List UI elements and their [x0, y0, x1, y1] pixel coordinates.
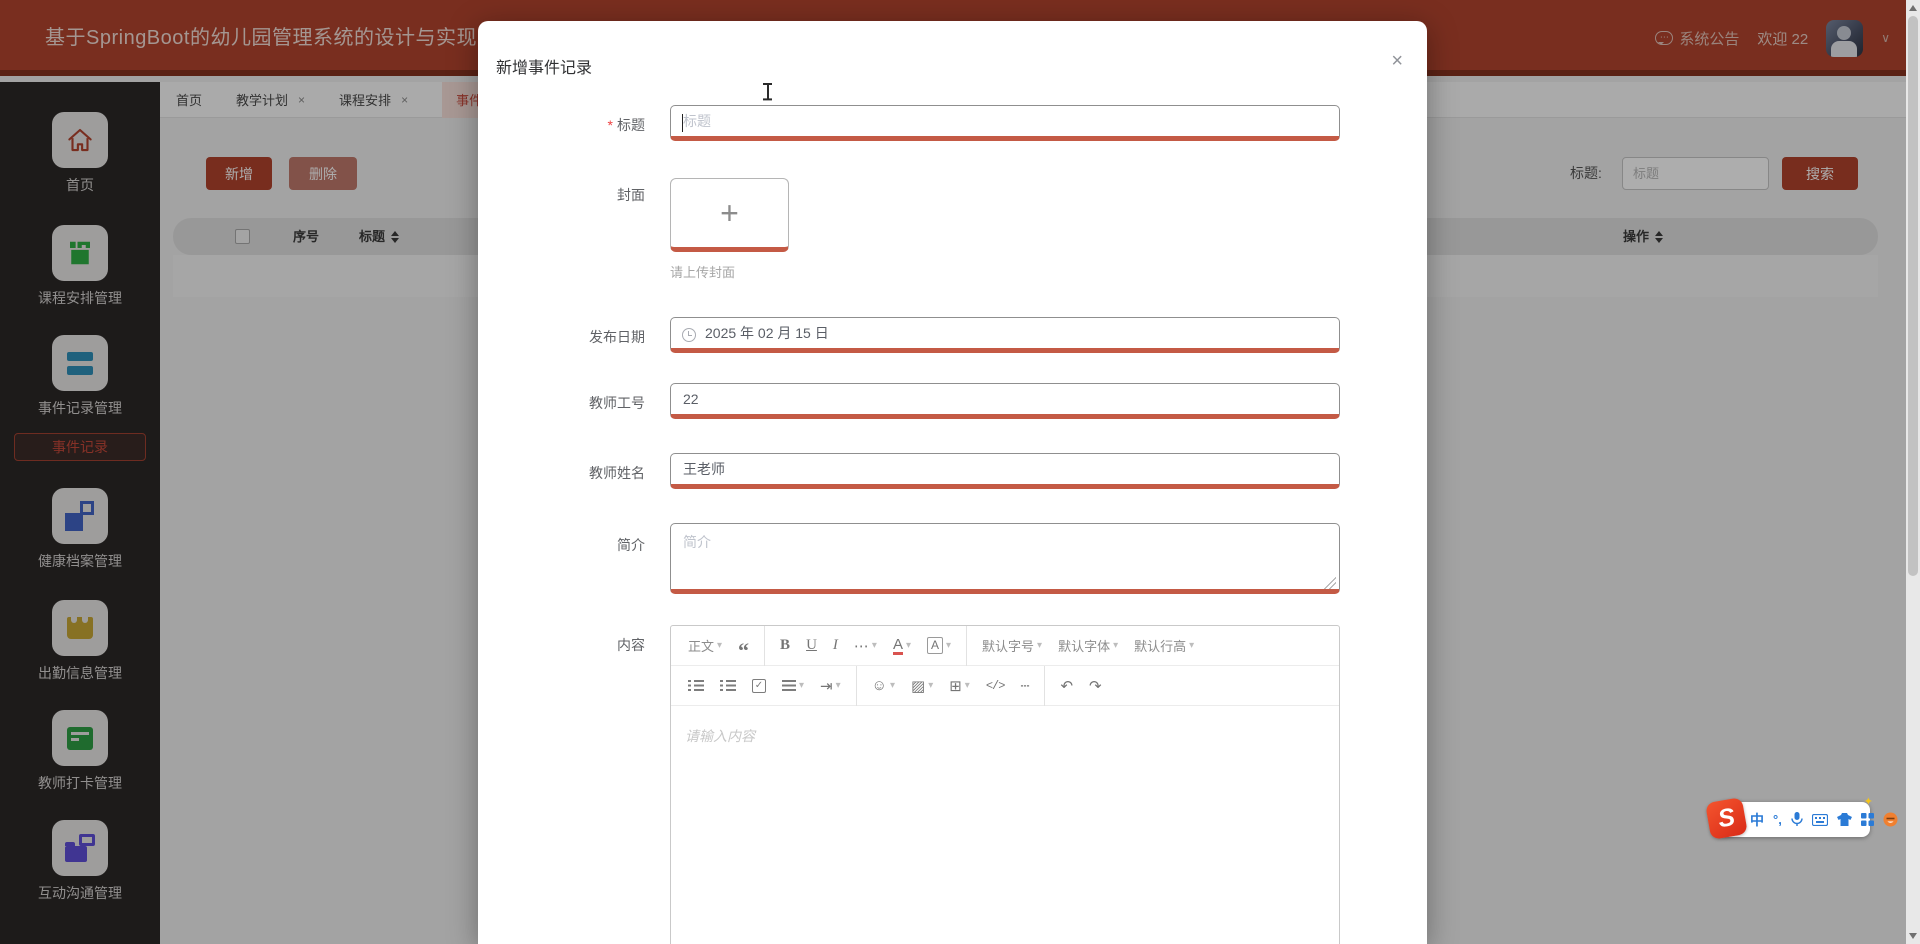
table-icon: ⊞: [949, 677, 962, 695]
caret-down-icon: ▾: [928, 680, 934, 691]
caret-down-icon: ▾: [905, 640, 911, 651]
emoji-button[interactable]: ☺ ▾: [865, 672, 902, 700]
caret-down-icon: ▾: [835, 680, 841, 691]
font-color-button[interactable]: A ▾: [886, 632, 918, 660]
teacher-name-input[interactable]: [670, 453, 1340, 489]
title-input[interactable]: [670, 105, 1340, 141]
scroll-up-arrow[interactable]: [1909, 5, 1917, 11]
caret-down-icon: ▾: [871, 640, 877, 651]
bold-button[interactable]: B: [773, 632, 797, 660]
sparkle-icon: ✦: [1863, 796, 1873, 808]
toolbar-divider: [1044, 665, 1046, 706]
toolbox-icon[interactable]: [1860, 813, 1874, 826]
indent-icon: ⇥: [820, 677, 833, 695]
toolbar-divider: [855, 665, 857, 706]
caret-down-icon: ▾: [1189, 640, 1195, 651]
teacher-no-field-label: 教师工号: [589, 395, 645, 411]
ordered-list-icon: [720, 680, 736, 691]
caret-down-icon: ▾: [717, 640, 723, 651]
font-size-button[interactable]: 默认字号 ▾: [975, 632, 1049, 660]
publish-date-input[interactable]: [670, 317, 1340, 353]
caret-down-icon: ▾: [799, 680, 805, 691]
rich-text-editor: 正文 ▾ “ B U I ⋯ ▾ A ▾ A ▾ 默认字号 ▾ 默认字体 ▾ 默…: [670, 625, 1340, 944]
text-caret: [682, 114, 683, 132]
cover-upload-box[interactable]: +: [670, 178, 789, 252]
italic-button[interactable]: I: [826, 632, 845, 660]
intro-field-label: 简介: [617, 537, 645, 553]
editor-toolbar-row-1: 正文 ▾ “ B U I ⋯ ▾ A ▾ A ▾ 默认字号 ▾ 默认字体 ▾ 默…: [671, 625, 1339, 666]
undo-icon: ↶: [1060, 677, 1074, 695]
editor-toolbar-row-2: ✓ ▾ ⇥ ▾ ☺ ▾ ▨ ▾ ⊞ ▾ </> ┄ ↶ ↷: [671, 665, 1339, 706]
todo-icon: ✓: [752, 678, 766, 693]
bullet-list-icon: [688, 680, 704, 691]
blockquote-button[interactable]: “: [731, 632, 756, 661]
todo-list-button[interactable]: ✓: [745, 672, 773, 700]
intro-textarea[interactable]: [670, 523, 1340, 594]
ime-language-toggle[interactable]: 中: [1750, 810, 1764, 830]
screen: 基于SpringBoot的幼儿园管理系统的设计与实现 ⋯ 系统公告 欢迎 22 …: [0, 0, 1920, 944]
caret-down-icon: ▾: [1113, 640, 1119, 651]
ime-toolbar: S 中 °, ✦: [1705, 796, 1898, 840]
toolbar-divider: [966, 625, 968, 666]
scroll-down-arrow[interactable]: [1909, 933, 1917, 939]
cover-field-label: 封面: [617, 187, 645, 203]
horizontal-rule-icon: ┄: [1020, 677, 1030, 695]
editor-content-area[interactable]: 请输入内容: [671, 706, 1339, 944]
insert-table-button[interactable]: ⊞ ▾: [942, 672, 977, 700]
line-height-button[interactable]: 默认行高 ▾: [1127, 632, 1201, 660]
vertical-scrollbar[interactable]: [1906, 0, 1920, 944]
image-icon: ▨: [911, 677, 926, 695]
emoji-icon: ☺: [871, 677, 887, 694]
code-icon: </>: [985, 678, 1006, 693]
skin-icon[interactable]: [1836, 813, 1852, 826]
align-button[interactable]: ▾: [775, 672, 811, 700]
dialog-title: 新增事件记录: [496, 60, 593, 77]
caret-down-icon: ▾: [1037, 640, 1043, 651]
insert-image-button[interactable]: ▨ ▾: [904, 672, 940, 700]
paragraph-style-button[interactable]: 正文 ▾: [681, 632, 729, 660]
mouse-ibeam-cursor: [762, 83, 774, 100]
required-asterisk: *: [607, 117, 613, 133]
teacher-no-input[interactable]: [670, 383, 1340, 419]
underline-button[interactable]: U: [799, 632, 824, 660]
content-field-label: 内容: [617, 637, 645, 653]
microphone-icon[interactable]: [1791, 812, 1803, 827]
align-icon: [782, 680, 796, 691]
caret-down-icon: ▾: [946, 640, 952, 651]
plus-icon: +: [720, 194, 739, 231]
code-block-button[interactable]: </>: [979, 672, 1012, 700]
background-color-button[interactable]: A ▾: [920, 632, 958, 660]
ime-punctuation-toggle[interactable]: °,: [1773, 812, 1782, 827]
scrollbar-thumb[interactable]: [1908, 16, 1918, 576]
emoji-face-icon[interactable]: [1883, 812, 1898, 827]
bullet-list-button[interactable]: [681, 672, 711, 700]
publish-date-field-label: 发布日期: [589, 329, 645, 345]
font-family-button[interactable]: 默认字体 ▾: [1051, 632, 1125, 660]
toolbar-divider: [764, 625, 766, 666]
virtual-keyboard-icon[interactable]: [1811, 813, 1828, 826]
redo-button[interactable]: ↷: [1082, 672, 1109, 700]
caret-down-icon: ▾: [889, 680, 895, 691]
teacher-name-field-label: 教师姓名: [589, 465, 645, 481]
title-field-label: * 标题: [607, 117, 645, 133]
clock-icon: [682, 328, 696, 342]
caret-down-icon: ▾: [964, 680, 970, 691]
undo-button[interactable]: ↶: [1053, 672, 1080, 700]
dialog-close-icon[interactable]: ×: [1391, 51, 1403, 71]
textarea-resize-grip[interactable]: [1324, 577, 1336, 589]
more-text-style-button[interactable]: ⋯ ▾: [847, 632, 884, 660]
horizontal-rule-button[interactable]: ┄: [1013, 672, 1036, 700]
redo-icon: ↷: [1089, 677, 1102, 695]
add-event-record-dialog: 新增事件记录 × *标题 封面 + 请上传封面 发布日期 教师工号 教师姓名 简…: [478, 21, 1427, 944]
sogou-logo-icon[interactable]: S: [1705, 797, 1748, 840]
cover-upload-hint: 请上传封面: [670, 265, 736, 280]
indent-button[interactable]: ⇥ ▾: [813, 672, 848, 700]
ordered-list-button[interactable]: [713, 672, 743, 700]
editor-placeholder: 请输入内容: [685, 728, 755, 744]
